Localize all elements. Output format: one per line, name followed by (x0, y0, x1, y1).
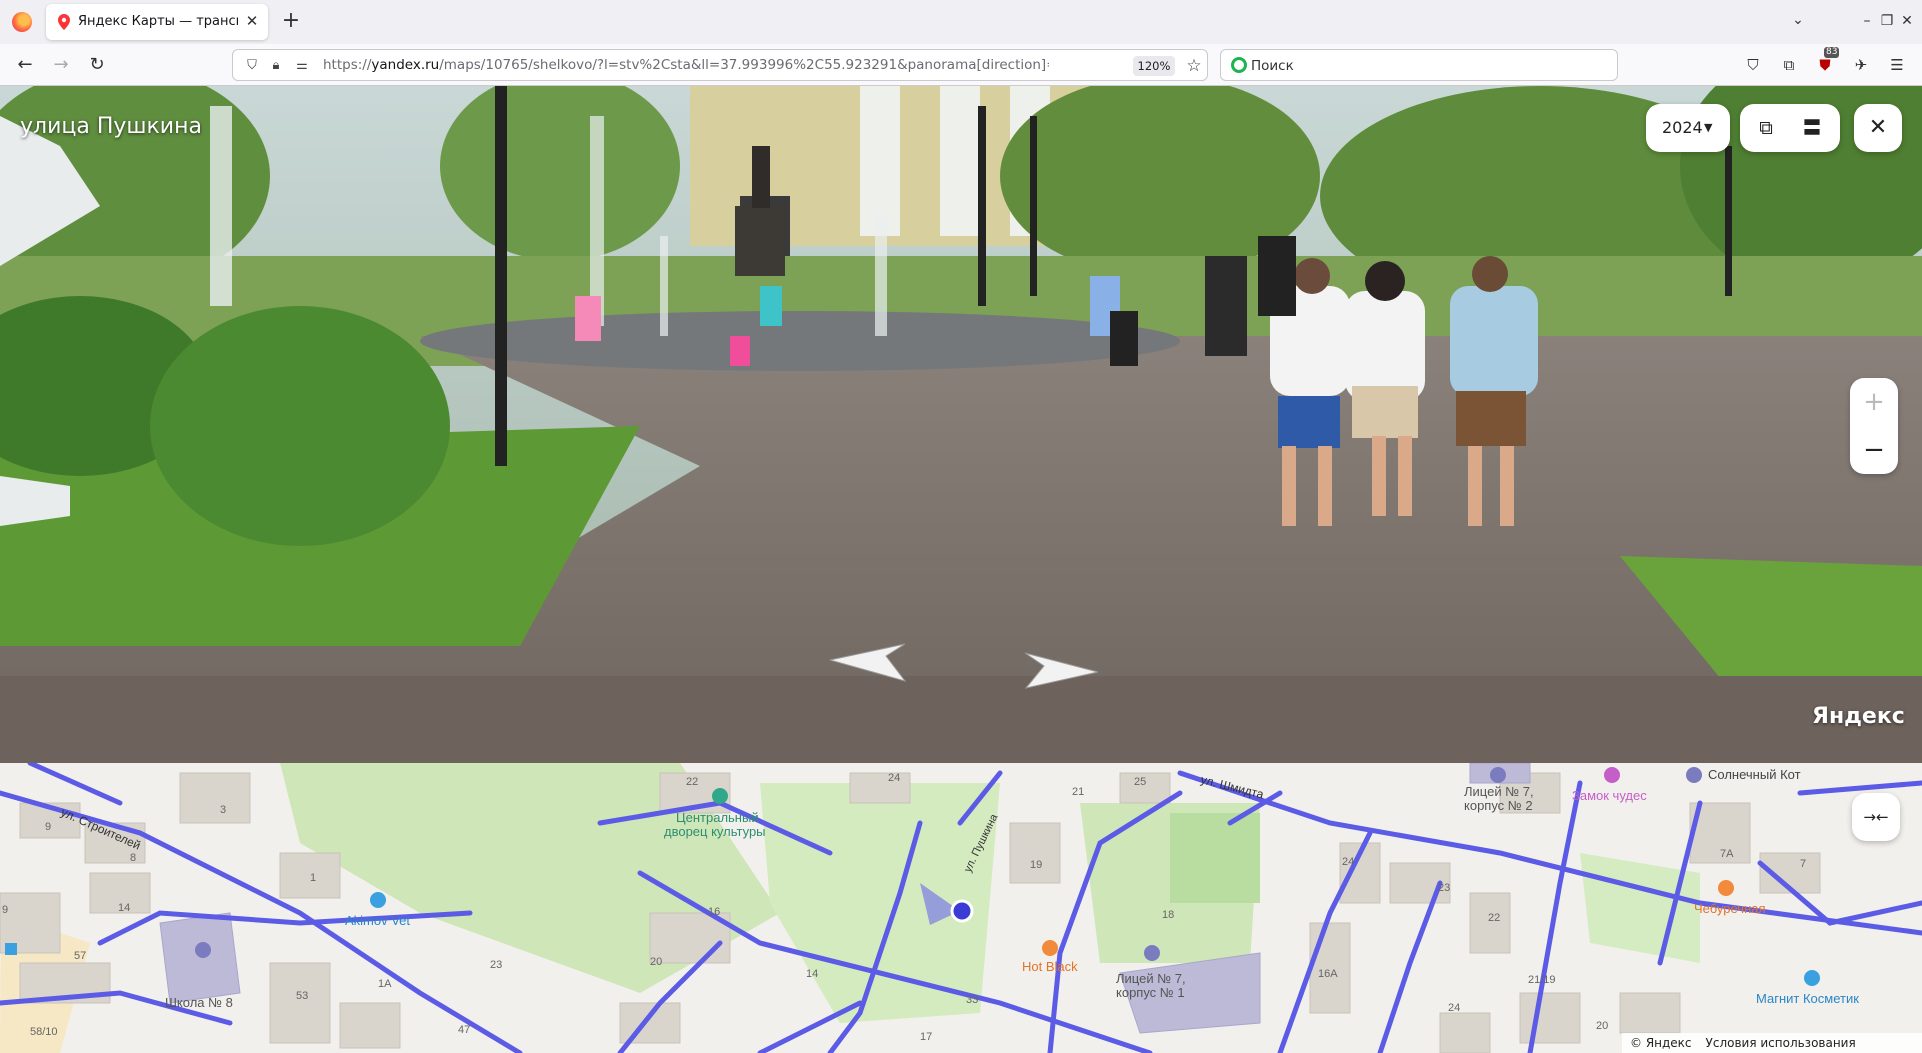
map-label-akimov: Akimov Vet (345, 913, 410, 928)
menu-icon[interactable]: ☰ (1886, 54, 1908, 76)
forward-arrow-icon[interactable]: → (48, 53, 74, 77)
minimize-icon[interactable]: – (1858, 12, 1876, 30)
map-label-lyceum2: Лицей № 7, (1464, 784, 1534, 799)
map-pin-icon (58, 14, 70, 30)
search-input[interactable]: Поиск (1220, 49, 1618, 81)
house-number: 20 (1596, 1020, 1608, 1032)
lock-icon[interactable]: 🔒︎ (267, 57, 285, 75)
new-tab-icon[interactable]: + (280, 10, 302, 33)
house-number: 23 (1438, 882, 1450, 894)
street-view-panorama[interactable]: улица Пушкина 2024 ▼ ⧉ 〓 ✕ + − Яндекс (0, 86, 1922, 763)
map-label-magnit: Магнит Косметик (1756, 991, 1859, 1006)
ublock-icon[interactable]: ⛊ 83 (1814, 47, 1840, 76)
house-number: 47 (458, 1024, 470, 1036)
house-number: 8 (130, 852, 136, 864)
house-number: 25 (1134, 776, 1146, 788)
house-number: 17 (920, 1031, 932, 1043)
house-number: 24 (1342, 856, 1354, 868)
reload-icon[interactable]: ↻ (84, 53, 110, 77)
map-canvas: ул. Строителей ул. Шмидта ул. Пушкина Це… (0, 763, 1922, 1053)
house-number: 14 (118, 902, 130, 914)
chevron-down-icon[interactable]: ⌄ (1788, 12, 1808, 32)
house-number: 9 (2, 904, 8, 916)
tab-close-icon[interactable]: ✕ (242, 11, 262, 31)
house-number: 53 (296, 990, 308, 1002)
map-label-solnechny: Солнечный Кот (1708, 767, 1801, 782)
ublock-count-badge: 83 (1824, 47, 1840, 58)
map-label-lyceum1: Лицей № 7, (1116, 971, 1186, 986)
year-select[interactable]: 2024 ▼ (1646, 104, 1730, 152)
mini-map[interactable]: ул. Строителей ул. Шмидта ул. Пушкина Це… (0, 763, 1922, 1053)
house-number: 23 (490, 959, 502, 971)
map-label-cheburechnaya: Чебуречная (1694, 901, 1766, 916)
tab-yandex-maps[interactable]: Яндекс Карты — транспорт ✕ (46, 4, 268, 40)
house-number: 1А (378, 978, 392, 990)
year-value: 2024 (1662, 118, 1703, 137)
house-number: 7А (1720, 848, 1734, 860)
house-number: 14 (806, 968, 818, 980)
house-number: 1 (310, 872, 316, 884)
external-link-icon[interactable]: ⧉ (1754, 116, 1778, 140)
house-number: 18 (1162, 909, 1174, 921)
house-number: 16 (708, 906, 720, 918)
panorama-tools: ⧉ 〓 (1740, 104, 1840, 152)
addon-icon[interactable]: ✈ (1850, 54, 1872, 76)
map-label-hotblack: Hot Black (1022, 959, 1078, 974)
map-label-palace: Центральный (676, 810, 759, 825)
house-number: 21/19 (1528, 974, 1556, 986)
house-number: 20 (650, 956, 662, 968)
house-number: 22 (1488, 912, 1500, 924)
house-number: 33 (966, 994, 978, 1006)
restore-icon[interactable]: ❐ (1878, 12, 1896, 30)
house-number: 21 (1072, 786, 1084, 798)
map-label-ul-shmidta: ул. Шмидта (1199, 772, 1265, 801)
address-bar[interactable]: ⛉ 🔒︎ ⚌ https://yandex.ru/maps/10765/shel… (232, 49, 1208, 81)
street-name-label: улица Пушкина (20, 114, 202, 139)
shield-icon[interactable]: ⛉ (243, 57, 261, 75)
panorama-image (0, 86, 1922, 763)
caret-down-icon: ▼ (1704, 121, 1713, 134)
firefox-logo-icon[interactable] (12, 12, 32, 32)
map-label-zamok: Замок чудес (1572, 788, 1647, 803)
search-placeholder: Поиск (1251, 58, 1294, 74)
tab-bar: Яндекс Карты — транспорт ✕ + ⌄ – ❐ ✕ (0, 0, 1922, 44)
map-label-lyceum1-b: корпус № 1 (1116, 985, 1185, 1000)
zoom-level-badge[interactable]: 120% (1133, 56, 1175, 76)
house-number: 7 (1800, 858, 1806, 870)
navigation-bar: ← → ↻ ⛉ 🔒︎ ⚌ https://yandex.ru/maps/1076… (0, 44, 1922, 86)
extensions-icon[interactable]: ⧉ (1778, 54, 1800, 76)
house-number: 3 (220, 804, 226, 816)
zoom-in-button[interactable]: + (1850, 378, 1898, 426)
copyright-text: © Яндекс (1630, 1036, 1692, 1050)
house-number: 57 (74, 950, 86, 962)
map-label-school8: Школа № 8 (165, 995, 233, 1010)
house-number: 9 (45, 821, 51, 833)
house-number: 22 (686, 776, 698, 788)
house-number: 58/10 (30, 1026, 58, 1038)
url-text[interactable]: https://yandex.ru/maps/10765/shelkovo/?l… (323, 57, 1049, 73)
collapse-map-button[interactable]: →← (1852, 793, 1900, 841)
close-window-icon[interactable]: ✕ (1898, 12, 1916, 30)
tab-title: Яндекс Карты — транспорт (78, 14, 238, 29)
terms-link[interactable]: Условия использования (1706, 1036, 1856, 1050)
panorama-zoom-control: + − (1850, 378, 1898, 474)
back-arrow-icon[interactable]: ← (12, 53, 38, 77)
house-number: 19 (1030, 859, 1042, 871)
split-view-icon[interactable]: 〓 (1800, 116, 1824, 140)
close-panorama-button[interactable]: ✕ (1854, 104, 1902, 152)
permissions-icon[interactable]: ⚌ (293, 57, 311, 75)
yandex-watermark: Яндекс (1812, 704, 1905, 729)
house-number: 24 (1448, 1002, 1460, 1014)
map-label-palace-2: дворец культуры (664, 824, 766, 839)
search-engine-icon (1231, 57, 1247, 73)
pocket-icon[interactable]: ⛉ (1742, 54, 1764, 76)
map-label-lyceum2-b: корпус № 2 (1464, 798, 1533, 813)
zoom-out-button[interactable]: − (1850, 426, 1898, 474)
bookmark-star-icon[interactable]: ☆ (1183, 55, 1205, 77)
map-copyright: © Яндекс Условия использования (1622, 1033, 1922, 1053)
house-number: 24 (888, 772, 900, 784)
browser-window: Яндекс Карты — транспорт ✕ + ⌄ – ❐ ✕ ← →… (0, 0, 1922, 1053)
house-number: 16А (1318, 968, 1338, 980)
